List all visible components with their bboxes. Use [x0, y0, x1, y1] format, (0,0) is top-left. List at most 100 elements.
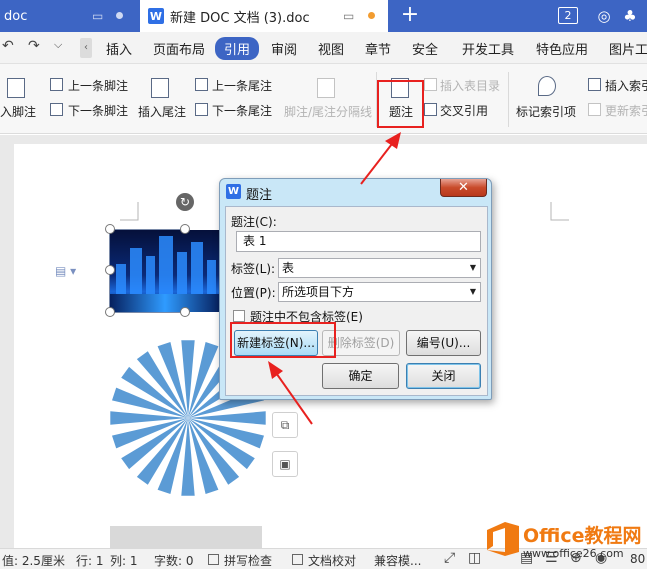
redo-icon[interactable]: ↷ [28, 38, 40, 54]
menu-page-layout[interactable]: 页面布局 [153, 39, 205, 58]
prev-footnote-button[interactable]: 上一条脚注 [68, 77, 128, 94]
quick-access-dropdown-icon[interactable]: ⌵ [54, 38, 62, 52]
watermark-url: www.office26.com [523, 547, 624, 560]
next-footnote-icon[interactable] [50, 103, 63, 116]
wps-writer-icon: W [226, 184, 241, 199]
layout-options-icon[interactable]: ▤ ▾ [55, 264, 76, 278]
menu-review[interactable]: 审阅 [271, 39, 297, 58]
menu-insert[interactable]: 插入 [106, 39, 132, 58]
window-count-badge[interactable]: 2 [558, 7, 578, 24]
status-compat-mode[interactable]: 兼容模... [374, 552, 421, 569]
tab-doc-label: doc [4, 8, 28, 24]
status-spell-check[interactable]: 拼写检查 [224, 552, 272, 569]
fullscreen-icon[interactable]: ⤢ [444, 550, 455, 566]
watermark: Office教程网 www.office26.com [483, 518, 645, 566]
next-footnote-button[interactable]: 下一条脚注 [68, 102, 128, 119]
tab-new-doc[interactable]: W 新建 DOC 文档 (3).doc ▭ [140, 0, 388, 32]
resize-handle[interactable] [180, 307, 190, 317]
float-image-tool-icon[interactable]: ▣ [272, 451, 298, 477]
add-tab-button[interactable]: + [400, 4, 420, 28]
mark-index-button[interactable]: 标记索引项 [516, 103, 576, 120]
next-endnote-icon[interactable] [195, 103, 208, 116]
dialog-body: 题注(C): 表 1 标签(L): 表 ▼ 位置(P): 所选项目下方 ▼ 题注… [225, 206, 488, 396]
footnote-separator-icon [317, 78, 335, 98]
exclude-label-checkbox[interactable] [233, 310, 245, 322]
skin-icon[interactable]: ◎ [594, 6, 614, 26]
wps-writer-icon: W [148, 8, 164, 24]
title-bar: doc ▭ W 新建 DOC 文档 (3).doc ▭ + 2 ◎ ♣ [0, 0, 647, 32]
label-select-value: 表 [282, 261, 295, 275]
mark-index-icon[interactable] [538, 76, 556, 96]
float-layout-icon[interactable]: ⧉ [272, 412, 298, 438]
caption-highlight-box [377, 80, 424, 128]
insert-footnote-button[interactable]: 入脚注 [0, 103, 36, 120]
update-index-button: 更新索引 [605, 104, 647, 118]
dialog-close-icon[interactable]: ✕ [440, 179, 487, 197]
caption-field-label: 题注(C): [231, 215, 277, 229]
resize-handle[interactable] [105, 307, 115, 317]
insert-endnote-button[interactable]: 插入尾注 [138, 103, 186, 120]
cross-reference-icon[interactable] [424, 103, 437, 116]
spell-check-icon [208, 554, 219, 565]
doc-proof-icon [292, 554, 303, 565]
new-label-highlight-box [230, 322, 336, 358]
insert-index-icon[interactable] [588, 78, 601, 91]
position-field-label: 位置(P): [231, 286, 276, 300]
numbering-button[interactable]: 编号(U)... [406, 330, 481, 356]
menu-chapter[interactable]: 章节 [365, 39, 391, 58]
chevron-left-icon[interactable]: ‹ [80, 38, 92, 58]
cross-reference-button[interactable]: 交叉引用 [440, 102, 488, 119]
menu-view[interactable]: 视图 [318, 39, 344, 58]
resize-handle[interactable] [180, 224, 190, 234]
menu-references[interactable]: 引用 [215, 37, 260, 60]
city-image[interactable] [110, 230, 220, 312]
prev-endnote-icon[interactable] [195, 78, 208, 91]
menu-security[interactable]: 安全 [412, 39, 438, 58]
position-select-value: 所选项目下方 [282, 285, 355, 299]
menu-developer[interactable]: 开发工具 [462, 39, 514, 58]
insert-endnote-icon[interactable] [151, 78, 169, 98]
rotate-handle-icon[interactable]: ↻ [176, 193, 194, 211]
gray-block-shape[interactable] [110, 526, 262, 548]
unsaved-dot [368, 12, 375, 19]
margin-corner-top-right [550, 202, 569, 221]
insert-table-of-figures-icon [424, 78, 437, 91]
menu-special-apps[interactable]: 特色应用 [536, 39, 588, 58]
insert-footnote-icon[interactable] [7, 78, 25, 98]
status-column: 列: 1 [110, 554, 138, 568]
chevron-down-icon: ▼ [469, 263, 476, 272]
update-index-icon [588, 103, 601, 116]
status-position[interactable]: 值: 2.5厘米 [2, 552, 65, 569]
undo-icon[interactable]: ↶ [2, 38, 14, 54]
label-select[interactable]: 表 ▼ [278, 258, 481, 278]
caption-dialog: W 题注 ✕ 题注(C): 表 1 标签(L): 表 ▼ 位置(P): 所选项目… [219, 178, 492, 400]
label-field-label: 标签(L): [231, 262, 276, 276]
status-doc-proof[interactable]: 文档校对 [308, 552, 356, 569]
prev-endnote-button[interactable]: 上一条尾注 [212, 77, 272, 94]
status-line: 行: 1 [76, 554, 104, 568]
close-button[interactable]: 关闭 [406, 363, 481, 389]
office-logo-icon [487, 522, 519, 556]
reading-mode-icon[interactable]: ◫ [468, 550, 481, 566]
insert-index-button[interactable]: 插入索引 [605, 77, 647, 94]
dialog-title: 题注 [246, 188, 273, 203]
footnote-separator-button: 脚注/尾注分隔线 [284, 105, 373, 119]
menu-picture-tools[interactable]: 图片工 [609, 39, 647, 58]
caption-input[interactable]: 表 1 [236, 231, 481, 252]
status-word-count[interactable]: 字数: 0 [154, 552, 194, 569]
ok-button[interactable]: 确定 [322, 363, 399, 389]
ribbon-divider [508, 72, 509, 127]
shirt-icon[interactable]: ♣ [620, 6, 640, 26]
next-endnote-button[interactable]: 下一条尾注 [212, 102, 272, 119]
menu-bar: ↶ ↷ ⌵ ‹ 插入 页面布局 引用 审阅 视图 章节 安全 开发工具 特色应用… [0, 32, 647, 64]
insert-table-of-figures-button: 插入表目录 [440, 79, 501, 93]
position-select[interactable]: 所选项目下方 ▼ [278, 282, 481, 302]
watermark-site-name: Office教程网 [523, 525, 642, 547]
tab-doc[interactable]: doc ▭ [0, 0, 137, 32]
monitor-icon[interactable]: ▭ [92, 9, 103, 23]
prev-footnote-icon[interactable] [50, 78, 63, 91]
tab-status-dot [116, 12, 123, 19]
monitor-icon[interactable]: ▭ [343, 9, 354, 23]
resize-handle[interactable] [105, 224, 115, 234]
resize-handle[interactable] [105, 265, 115, 275]
